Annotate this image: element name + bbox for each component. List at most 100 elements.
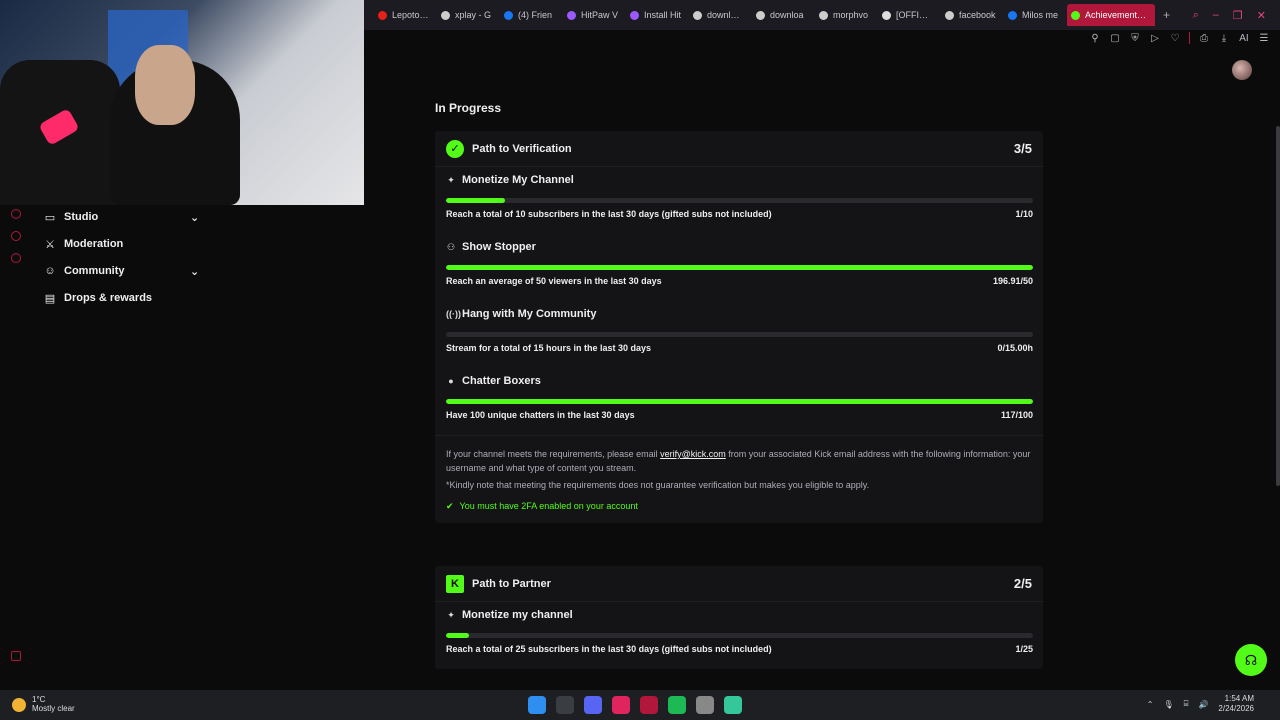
- search-tabs-icon[interactable]: ⌕: [1193, 9, 1199, 22]
- achievement-description: Reach a total of 10 subscribers in the l…: [446, 209, 772, 219]
- new-tab-button[interactable]: +: [1155, 8, 1178, 22]
- sidebar-item-drops-rewards[interactable]: ▤ Drops & rewards: [44, 288, 224, 308]
- obs-icon[interactable]: [696, 696, 714, 714]
- verify-email-link[interactable]: verify@kick.com: [660, 449, 726, 459]
- sidebar-item-studio[interactable]: ▭ Studio ⌄: [44, 207, 224, 227]
- play-icon[interactable]: ▷: [1149, 33, 1161, 44]
- card-title: Path to Verification: [472, 142, 572, 155]
- achievement-description: Stream for a total of 15 hours in the la…: [446, 343, 652, 353]
- card-title: Path to Partner: [472, 577, 551, 590]
- browser-tab[interactable]: (4) Frien: [500, 4, 563, 26]
- browser-tab[interactable]: [OFFICIA: [878, 4, 941, 26]
- toolbar-divider: [1189, 32, 1190, 44]
- tab-label: [OFFICIA: [896, 10, 933, 20]
- achievement-value: 196.91/50: [992, 276, 1033, 286]
- diamond-icon[interactable]: [11, 231, 21, 241]
- info-note: *Kindly note that meeting the requiremen…: [446, 480, 870, 490]
- headset-icon: ☊: [1244, 651, 1258, 668]
- webcam-overlay: [0, 0, 364, 205]
- windows-taskbar: 1°C Mostly clear ⌃ 🎙 ⌸ 🔊 1:54 AM 2/24/20…: [0, 690, 1280, 720]
- tab-favicon-icon: [567, 10, 576, 20]
- progress-bar: [446, 399, 1033, 404]
- pin-icon[interactable]: ⚲: [1089, 33, 1101, 44]
- sidebar-item-label: Studio: [64, 211, 99, 223]
- achievement-header: ✦ Monetize my channel: [446, 609, 573, 621]
- ai-button[interactable]: AI: [1238, 33, 1250, 44]
- shield-icon[interactable]: ⛨: [1129, 33, 1141, 44]
- start-icon[interactable]: [528, 696, 546, 714]
- tab-favicon-icon: [504, 10, 513, 20]
- maximize-icon[interactable]: ❐: [1233, 9, 1243, 22]
- settings-icon[interactable]: [11, 253, 21, 263]
- section-title: In Progress: [435, 101, 502, 115]
- card-count: 3/5: [1013, 141, 1032, 156]
- browser-tab[interactable]: Lepoto m: [374, 4, 437, 26]
- clock-icon[interactable]: [11, 209, 21, 219]
- achievement-name: Show Stopper: [462, 241, 536, 253]
- opera-gx-icon[interactable]: [640, 696, 658, 714]
- chevron-down-icon[interactable]: ⌄: [190, 265, 199, 278]
- browser-tab[interactable]: facebook: [941, 4, 1004, 26]
- browser-tab[interactable]: xplay - G: [437, 4, 500, 26]
- tab-label: Achievements - K: [1085, 10, 1147, 20]
- microphone-icon[interactable]: 🎙: [1163, 700, 1173, 709]
- tab-favicon-icon: [1008, 10, 1017, 20]
- heart-icon[interactable]: ♡: [1169, 33, 1181, 44]
- search-icon[interactable]: [556, 696, 574, 714]
- tab-label: Lepoto m: [392, 10, 429, 20]
- browser-tab[interactable]: Install Hit: [626, 4, 689, 26]
- avatar[interactable]: [1232, 60, 1252, 80]
- sidebar: ▭ Studio ⌄ ⚔ Moderation ☺ Community ⌄ ▤ …: [30, 205, 364, 690]
- tab-favicon-icon: [819, 10, 828, 20]
- achievement-list: ✦ Monetize my channel Reach a total of 25 …: [435, 602, 1043, 669]
- taskbar-apps: [528, 696, 742, 714]
- menu-icon[interactable]: ☰: [1258, 33, 1270, 44]
- chat-bubble-icon: ●: [448, 376, 454, 386]
- gx-icon[interactable]: [11, 651, 21, 661]
- browser-tab[interactable]: morphvo: [815, 4, 878, 26]
- chevron-up-icon[interactable]: ⌃: [1147, 700, 1154, 709]
- close-window-icon[interactable]: ✕: [1257, 9, 1266, 22]
- achievement-item: ● Chatter Boxers Have 100 unique chatters …: [435, 368, 1043, 435]
- print-icon[interactable]: ⎙: [1198, 33, 1210, 44]
- network-icon[interactable]: ⌸: [1184, 699, 1189, 709]
- browser-tab[interactable]: Achievements - K: [1067, 4, 1155, 26]
- minimize-icon[interactable]: –: [1213, 9, 1219, 22]
- achievement-name: Monetize my channel: [462, 609, 573, 621]
- browser-tab[interactable]: download: [689, 4, 752, 26]
- sidebar-item-label: Drops & rewards: [64, 292, 153, 304]
- download-icon[interactable]: ⤓: [1218, 33, 1230, 44]
- scrollbar[interactable]: [1276, 126, 1280, 486]
- achievement-item: ((·)) Hang with My Community Stream for a …: [435, 301, 1043, 368]
- achievement-value: 0/15.00h: [997, 343, 1033, 353]
- sidebar-item-community[interactable]: ☺ Community ⌄: [44, 261, 224, 281]
- progress-fill: [446, 198, 505, 203]
- browser-tab[interactable]: HitPaw V: [563, 4, 626, 26]
- browser-tab[interactable]: Milos me: [1004, 4, 1067, 26]
- app-icon[interactable]: [724, 696, 742, 714]
- window-controls: ⌕ – ❐ ✕: [1193, 9, 1280, 22]
- achievement-item: ✦ Monetize My Channel Reach a total of 10 …: [435, 167, 1043, 234]
- screenshot-icon[interactable]: ▢: [1109, 33, 1121, 44]
- achievement-item: ⚇ Show Stopper Reach an average of 50 view…: [435, 234, 1043, 301]
- tiktok-icon[interactable]: [612, 696, 630, 714]
- achievement-header: ((·)) Hang with My Community: [446, 308, 596, 320]
- progress-bar: [446, 265, 1033, 270]
- spotify-icon[interactable]: [668, 696, 686, 714]
- support-chat-button[interactable]: ☊: [1235, 644, 1267, 676]
- tab-label: morphvo: [833, 10, 869, 20]
- sidebar-item-moderation[interactable]: ⚔ Moderation: [44, 234, 224, 254]
- gift-icon: ▤: [44, 292, 56, 305]
- studio-icon: ▭: [44, 211, 56, 224]
- achievement-item: ✦ Monetize my channel Reach a total of 25 …: [435, 602, 1043, 669]
- browser-tab[interactable]: downloa: [752, 4, 815, 26]
- progress-fill: [446, 633, 470, 638]
- weather-widget[interactable]: 1°C Mostly clear: [0, 695, 75, 714]
- clock[interactable]: 1:54 AM 2/24/2026: [1218, 694, 1254, 714]
- sparkle-icon: ✦: [447, 174, 455, 185]
- chevron-down-icon[interactable]: ⌄: [190, 211, 199, 224]
- twofa-label: You must have 2FA enabled on your accoun…: [459, 500, 638, 511]
- volume-icon[interactable]: 🔊: [1198, 700, 1208, 709]
- discord-icon[interactable]: [584, 696, 602, 714]
- achievement-value: 1/10: [1015, 209, 1033, 219]
